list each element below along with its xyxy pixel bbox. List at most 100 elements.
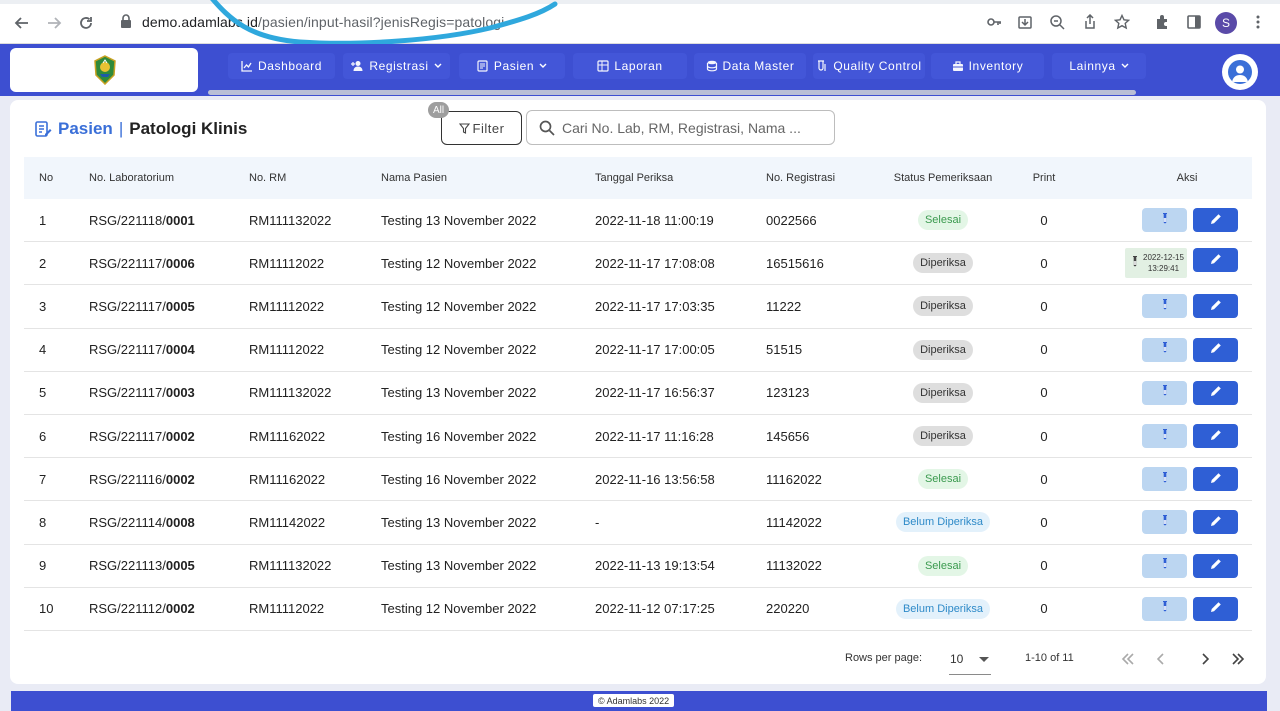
breadcrumb-pasien[interactable]: Pasien: [58, 119, 113, 139]
lab-prefix: RSG/221114/: [89, 514, 166, 530]
cell-reg: 16515616: [766, 255, 824, 271]
edit-button[interactable]: [1193, 337, 1238, 362]
sample-button[interactable]: [1142, 510, 1187, 535]
url-path: /pasien/input-hasil?jenisRegis=patologi: [258, 14, 505, 30]
cell-no: 9: [39, 558, 47, 574]
lab-prefix: RSG/221112/: [89, 601, 166, 617]
user-avatar[interactable]: [1222, 54, 1258, 90]
sample-button[interactable]: [1142, 467, 1187, 492]
lock-icon: [121, 14, 131, 28]
sample-button[interactable]: [1142, 337, 1187, 362]
edit-button[interactable]: [1193, 553, 1238, 578]
nav-quality-control[interactable]: Quality Control: [813, 53, 925, 79]
table-row: 3 RSG/221117/0005 RM11112022 Testing 12 Nov…: [24, 285, 1252, 329]
cell-lab[interactable]: RSG/221117/0004: [89, 342, 249, 357]
header-no[interactable]: No: [24, 172, 89, 184]
cell-lab[interactable]: RSG/221112/0002: [89, 601, 249, 616]
header-reg[interactable]: No. Registrasi: [766, 172, 872, 184]
nav-pasien[interactable]: Pasien: [459, 53, 565, 79]
nav-dashboard[interactable]: Dashboard: [228, 53, 335, 79]
sample-button[interactable]: [1142, 553, 1187, 578]
first-page-button[interactable]: [1117, 648, 1139, 670]
cell-lab[interactable]: RSG/221117/0005: [89, 299, 249, 314]
sample-button[interactable]: [1142, 424, 1187, 449]
header-nama[interactable]: Nama Pasien: [381, 172, 595, 184]
side-panel-icon[interactable]: [1185, 13, 1203, 31]
edit-button[interactable]: [1193, 467, 1238, 492]
tube-icon: [1160, 298, 1170, 314]
lab-number: 0005: [165, 298, 195, 314]
edit-button[interactable]: [1193, 596, 1238, 621]
zoom-out-icon[interactable]: [1048, 13, 1066, 31]
lab-prefix: RSG/221118/: [89, 212, 166, 228]
logo-container[interactable]: [10, 48, 198, 92]
nav-laporan[interactable]: Laporan: [573, 53, 687, 79]
edit-button[interactable]: [1193, 208, 1238, 233]
sample-button[interactable]: [1142, 380, 1187, 405]
header-status[interactable]: Status Pemeriksaan: [872, 172, 1014, 184]
search-input[interactable]: [562, 117, 822, 139]
status-badge: Belum Diperiksa: [895, 512, 991, 533]
cell-lab[interactable]: RSG/221117/0002: [89, 429, 249, 444]
forward-icon[interactable]: [43, 12, 65, 34]
lab-prefix: RSG/221117/: [89, 342, 166, 358]
lab-number: 0001: [165, 212, 195, 228]
cell-lab[interactable]: RSG/221118/0001: [89, 213, 249, 228]
search-field[interactable]: [526, 110, 835, 145]
rows-per-page-select[interactable]: 10: [949, 647, 991, 675]
status-badge: Selesai: [917, 469, 969, 490]
cell-lab[interactable]: RSG/221116/0002: [89, 472, 249, 487]
chart-line-icon: [241, 61, 252, 72]
prev-page-button[interactable]: [1150, 648, 1172, 670]
pencil-icon: [1210, 342, 1222, 357]
cell-print: 0: [1040, 212, 1048, 228]
tube-icon: [1160, 558, 1170, 573]
cell-nama: Testing 12 November 2022: [381, 342, 537, 358]
nav-inventory[interactable]: Inventory: [931, 53, 1044, 79]
nav-data-master[interactable]: Data Master: [694, 53, 806, 79]
reload-icon[interactable]: [75, 12, 97, 34]
filter-button[interactable]: Filter: [441, 111, 522, 145]
nav-scrollbar[interactable]: [208, 90, 1136, 95]
bookmark-star-icon[interactable]: [1113, 13, 1131, 31]
key-icon[interactable]: [985, 13, 1003, 31]
nav-label: Data Master: [722, 59, 795, 73]
header-rm[interactable]: No. RM: [249, 172, 381, 184]
pencil-icon: [1210, 558, 1222, 573]
printed-stamp[interactable]: 2022-12-15 13:29:41: [1125, 248, 1187, 279]
extensions-icon[interactable]: [1153, 13, 1171, 31]
cell-lab[interactable]: RSG/221117/0003: [89, 385, 249, 400]
nav-label: Quality Control: [833, 59, 922, 73]
header-lab[interactable]: No. Laboratorium: [89, 172, 249, 184]
cell-lab[interactable]: RSG/221114/0008: [89, 515, 249, 530]
cell-lab[interactable]: RSG/221117/0006: [89, 256, 249, 271]
cell-lab[interactable]: RSG/221113/0005: [89, 558, 249, 573]
breadcrumb-separator: |: [118, 119, 124, 138]
cell-status: Diperiksa: [872, 296, 1014, 317]
edit-button[interactable]: [1193, 248, 1238, 273]
cell-nama: Testing 12 November 2022: [381, 298, 537, 314]
cell-rm: RM111132022: [249, 558, 332, 574]
header-print[interactable]: Print: [1014, 172, 1074, 184]
edit-button[interactable]: [1193, 424, 1238, 449]
nav-lainnya[interactable]: Lainnya: [1052, 53, 1146, 79]
edit-button[interactable]: [1193, 510, 1238, 535]
menu-dots-icon[interactable]: [1249, 13, 1267, 31]
status-badge: Selesai: [917, 210, 969, 231]
nav-registrasi[interactable]: Registrasi: [343, 53, 450, 79]
edit-button[interactable]: [1193, 380, 1238, 405]
header-aksi: Aksi: [1176, 172, 1198, 184]
sample-button[interactable]: [1142, 208, 1187, 233]
next-page-button[interactable]: [1194, 648, 1216, 670]
last-page-button[interactable]: [1227, 648, 1249, 670]
sample-button[interactable]: [1142, 596, 1187, 621]
install-icon[interactable]: [1016, 13, 1034, 31]
back-icon[interactable]: [11, 12, 33, 34]
sample-button[interactable]: [1142, 294, 1187, 319]
edit-button[interactable]: [1193, 294, 1238, 319]
share-icon[interactable]: [1081, 13, 1099, 31]
cell-aksi: [1074, 208, 1252, 233]
pencil-icon: [1210, 385, 1222, 400]
header-tgl[interactable]: Tanggal Periksa: [595, 172, 766, 184]
browser-profile-avatar[interactable]: S: [1215, 12, 1237, 34]
